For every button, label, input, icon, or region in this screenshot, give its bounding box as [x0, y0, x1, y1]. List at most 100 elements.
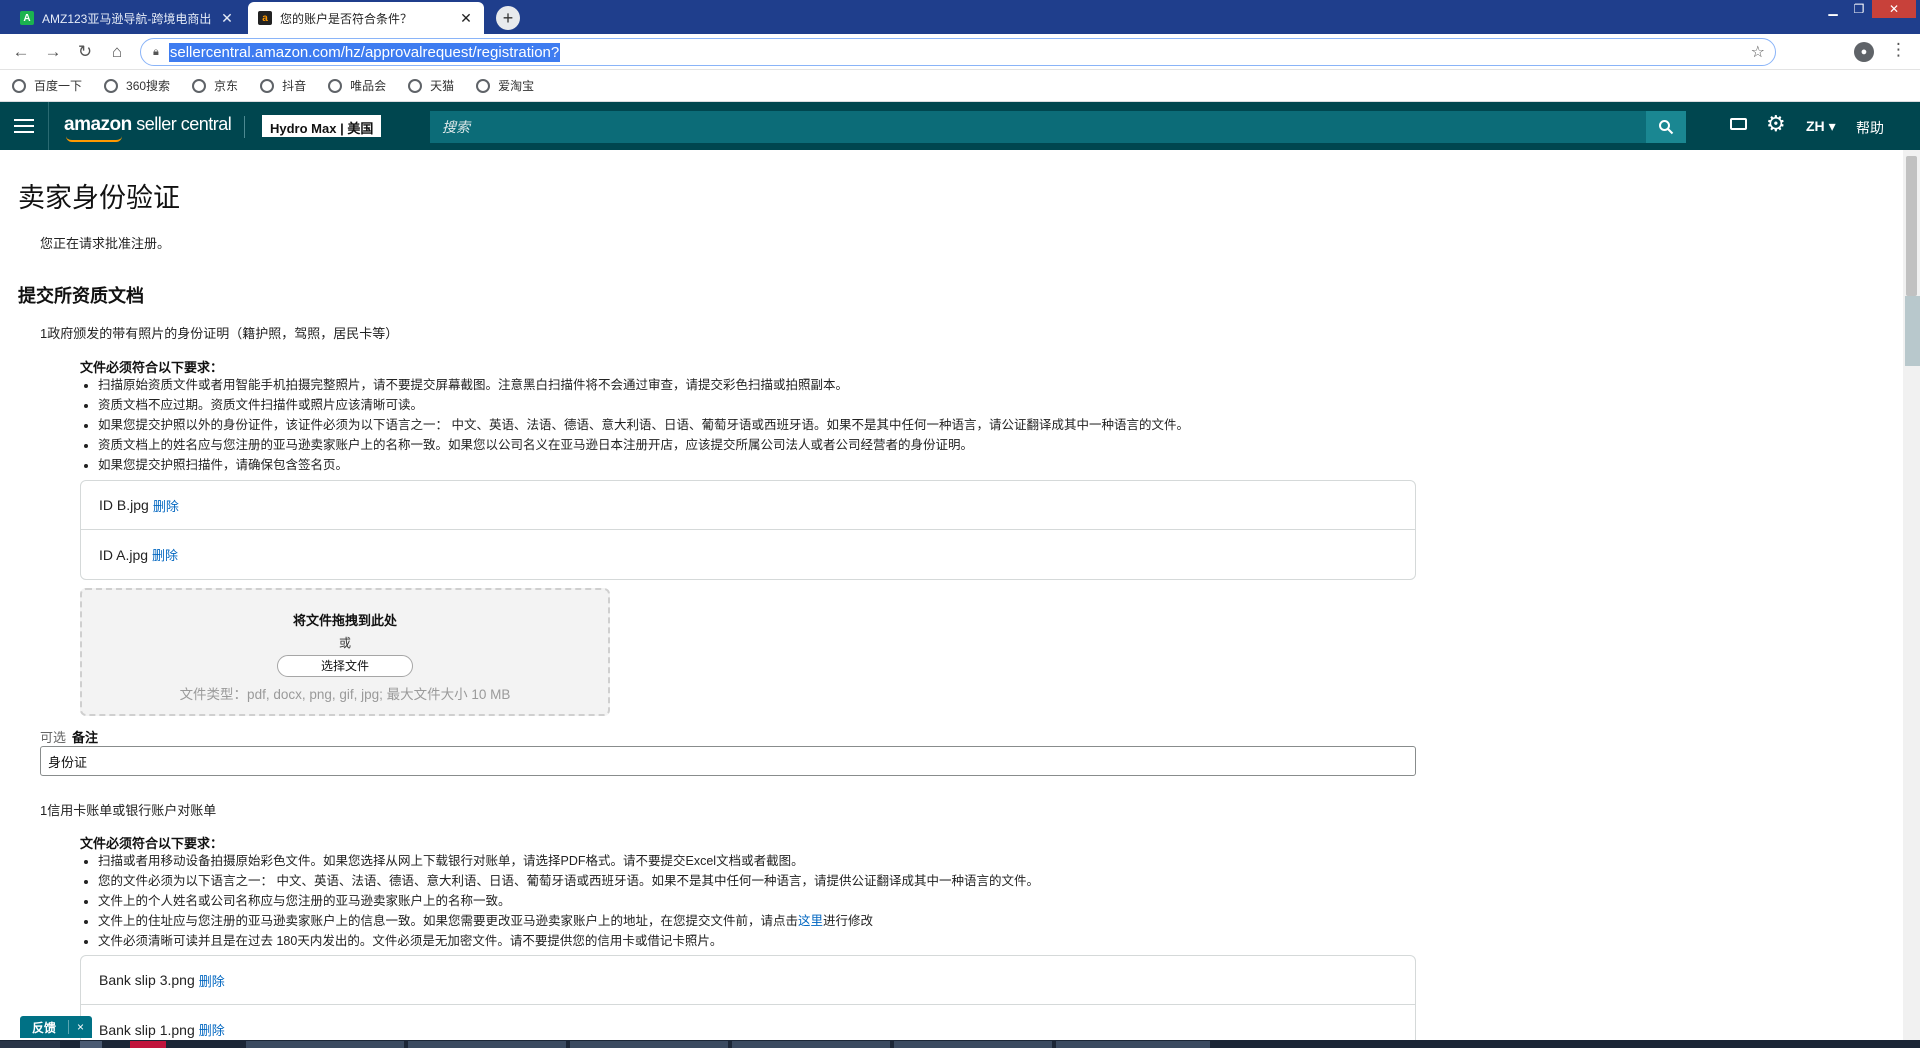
lock-icon[interactable]: 🔒︎ — [153, 46, 159, 59]
header-divider — [48, 102, 49, 150]
hamburger-menu-icon[interactable] — [14, 114, 34, 138]
delete-file-link[interactable]: 删除 — [152, 545, 178, 564]
close-window-icon[interactable]: ✕ — [1872, 0, 1916, 18]
intro-text: 您正在请求批准注册。 — [40, 236, 171, 251]
bookmarks-bar: 百度一下 360搜索 京东 抖音 唯品会 天猫 爱淘宝 — [0, 70, 1920, 102]
close-tab-icon[interactable]: ✕ — [219, 10, 235, 27]
help-link[interactable]: 帮助 — [1856, 118, 1884, 138]
globe-icon — [260, 78, 275, 93]
new-tab-button[interactable]: + — [496, 6, 520, 30]
requirement-item: 文件上的个人姓名或公司名称应与您注册的亚马逊卖家账户上的名称一致。 — [98, 891, 1039, 911]
bookmark-item[interactable]: 360搜索 — [104, 77, 170, 94]
choose-file-button[interactable]: 选择文件 — [277, 655, 413, 677]
globe-icon — [104, 78, 119, 93]
doc-title-id: 1政府颁发的带有照片的身份证明（籍护照，驾照，居民卡等） — [40, 326, 399, 341]
amazon-smile-icon — [66, 136, 122, 142]
close-tab-icon[interactable]: ✕ — [458, 10, 474, 27]
bookmark-star-icon[interactable]: ☆ — [1751, 42, 1765, 62]
language-selector[interactable]: ZH ▾ — [1806, 118, 1836, 135]
restore-window-icon[interactable]: ❐ — [1846, 0, 1872, 18]
requirement-item: 如果您提交护照以外的身份证件，该证件必须为以下语言之一： 中文、英语、法语、德语… — [98, 415, 1189, 435]
requirements-list: 扫描原始资质文件或者用智能手机拍摄完整照片，请不要提交屏幕截图。注意黑白扫描件将… — [98, 375, 1189, 475]
dropzone-title: 将文件拖拽到此处 — [292, 613, 397, 628]
search-button[interactable] — [1646, 111, 1686, 143]
requirement-item: 扫描原始资质文件或者用智能手机拍摄完整照片，请不要提交屏幕截图。注意黑白扫描件将… — [98, 375, 1189, 395]
forward-icon[interactable]: → — [42, 41, 64, 63]
requirements-list: 扫描或者用移动设备拍摄原始彩色文件。如果您选择从网上下载银行对账单，请选择PDF… — [98, 851, 1039, 951]
requirements-heading: 文件必须符合以下要求： — [80, 360, 224, 375]
reload-icon[interactable]: ↻ — [74, 41, 96, 63]
browser-tab-amz123[interactable]: A AMZ123亚马逊导航-跨境电商出 ✕ — [10, 2, 245, 34]
taskbar-window[interactable] — [1056, 1041, 1210, 1048]
url-text[interactable]: sellercentral.amazon.com/hz/approvalrequ… — [168, 42, 561, 62]
search-icon — [1659, 120, 1674, 135]
page-title: 卖家身份验证 — [18, 183, 180, 213]
store-selector[interactable]: Hydro Max | 美国 — [262, 115, 382, 137]
change-address-link[interactable]: 这里 — [798, 914, 823, 928]
bookmark-item[interactable]: 爱淘宝 — [476, 77, 534, 94]
browser-tab-seller-central[interactable]: a 您的账户是否符合条件？ ✕ — [248, 2, 484, 34]
delete-file-link[interactable]: 删除 — [199, 971, 225, 990]
back-icon[interactable]: ← — [10, 41, 32, 63]
requirement-item: 文件必须清晰可读并且是在过去 180天内发出的。文件必须是无加密文件。请不要提供… — [98, 931, 1039, 951]
search-input[interactable] — [430, 111, 1640, 143]
taskbar-window[interactable] — [408, 1041, 566, 1048]
requirement-item: 资质文档不应过期。资质文件扫描件或照片应该清晰可读。 — [98, 395, 1189, 415]
home-icon[interactable]: ⌂ — [106, 41, 128, 63]
requirements-heading: 文件必须符合以下要求： — [80, 836, 224, 851]
delete-file-link[interactable]: 删除 — [199, 1020, 225, 1039]
uploaded-files-list: Bank slip 3.png 删除 Bank slip 1.png 删除 — [80, 955, 1416, 1042]
url-bar[interactable]: 🔒︎ sellercentral.amazon.com/hz/approvalr… — [140, 38, 1776, 66]
file-name: Bank slip 1.png — [99, 1021, 195, 1038]
file-dropzone[interactable]: 将文件拖拽到此处 或 选择文件 文件类型：pdf, docx, png, gif… — [80, 588, 610, 716]
dropzone-or: 或 — [338, 636, 351, 650]
bookmark-item[interactable]: 唯品会 — [328, 77, 386, 94]
browser-menu-icon[interactable]: ⋮ — [1890, 40, 1907, 60]
feedback-tab[interactable]: 反馈 × — [20, 1016, 93, 1038]
profile-avatar-icon[interactable]: ● — [1854, 42, 1874, 62]
amz123-favicon-icon: A — [20, 11, 34, 25]
gear-icon[interactable]: ⚙ — [1766, 111, 1786, 137]
taskbar-window[interactable] — [570, 1041, 728, 1048]
section-title: 提交所资质文档 — [18, 286, 144, 306]
requirement-item: 您的文件必须为以下语言之一： 中文、英语、法语、德语、意大利语、日语、葡萄牙语或… — [98, 871, 1039, 891]
browser-tab-bar: A AMZ123亚马逊导航-跨境电商出 ✕ a 您的账户是否符合条件？ ✕ + … — [0, 0, 1920, 34]
requirement-item: 文件上的住址应与您注册的亚马逊卖家账户上的信息一致。如果您需要更改亚马逊卖家账户… — [98, 911, 1039, 931]
side-panel-thumbnail[interactable] — [1905, 296, 1920, 366]
bookmark-item[interactable]: 百度一下 — [12, 77, 82, 94]
minimize-window-icon[interactable]: ▁ — [1820, 0, 1846, 18]
file-row: ID A.jpg 删除 — [81, 530, 1415, 579]
file-row: ID B.jpg 删除 — [81, 481, 1415, 530]
doc-title-bank: 1信用卡账单或银行账户对账单 — [40, 803, 217, 818]
taskbar-window[interactable] — [732, 1041, 890, 1048]
requirement-item: 扫描或者用移动设备拍摄原始彩色文件。如果您选择从网上下载银行对账单，请选择PDF… — [98, 851, 1039, 871]
globe-icon — [408, 78, 423, 93]
note-label: 可选 备注 — [40, 727, 98, 746]
taskbar-window[interactable] — [894, 1041, 1052, 1048]
seller-central-logo[interactable]: amazon seller central — [64, 114, 232, 142]
close-feedback-icon[interactable]: × — [68, 1020, 92, 1034]
note-label-text: 备注 — [72, 730, 99, 745]
taskbar-window[interactable] — [246, 1041, 404, 1048]
optional-tag: 可选 — [40, 730, 67, 745]
globe-icon — [328, 78, 343, 93]
page-scrollbar[interactable] — [1903, 150, 1920, 1040]
bookmark-item[interactable]: 天猫 — [408, 77, 454, 94]
requirement-item: 如果您提交护照扫描件，请确保包含签名页。 — [98, 455, 1189, 475]
taskbar-app-icon[interactable] — [80, 1041, 102, 1048]
bookmark-item[interactable]: 抖音 — [260, 77, 306, 94]
header-divider — [244, 116, 245, 138]
taskbar-app-icon[interactable] — [130, 1041, 166, 1048]
scrollbar-thumb[interactable] — [1906, 156, 1917, 296]
globe-icon — [192, 78, 207, 93]
globe-icon — [476, 78, 491, 93]
delete-file-link[interactable]: 删除 — [153, 496, 179, 515]
file-types-hint: 文件类型：pdf, docx, png, gif, jpg; 最大文件大小 10… — [179, 687, 511, 702]
uploaded-files-list: ID B.jpg 删除 ID A.jpg 删除 — [80, 480, 1416, 580]
note-input[interactable] — [40, 746, 1416, 776]
mail-icon[interactable] — [1730, 118, 1747, 130]
bookmark-item[interactable]: 京东 — [192, 77, 238, 94]
start-button[interactable] — [0, 1041, 60, 1048]
feedback-label[interactable]: 反馈 — [20, 1019, 68, 1036]
file-name: ID B.jpg — [99, 497, 149, 513]
